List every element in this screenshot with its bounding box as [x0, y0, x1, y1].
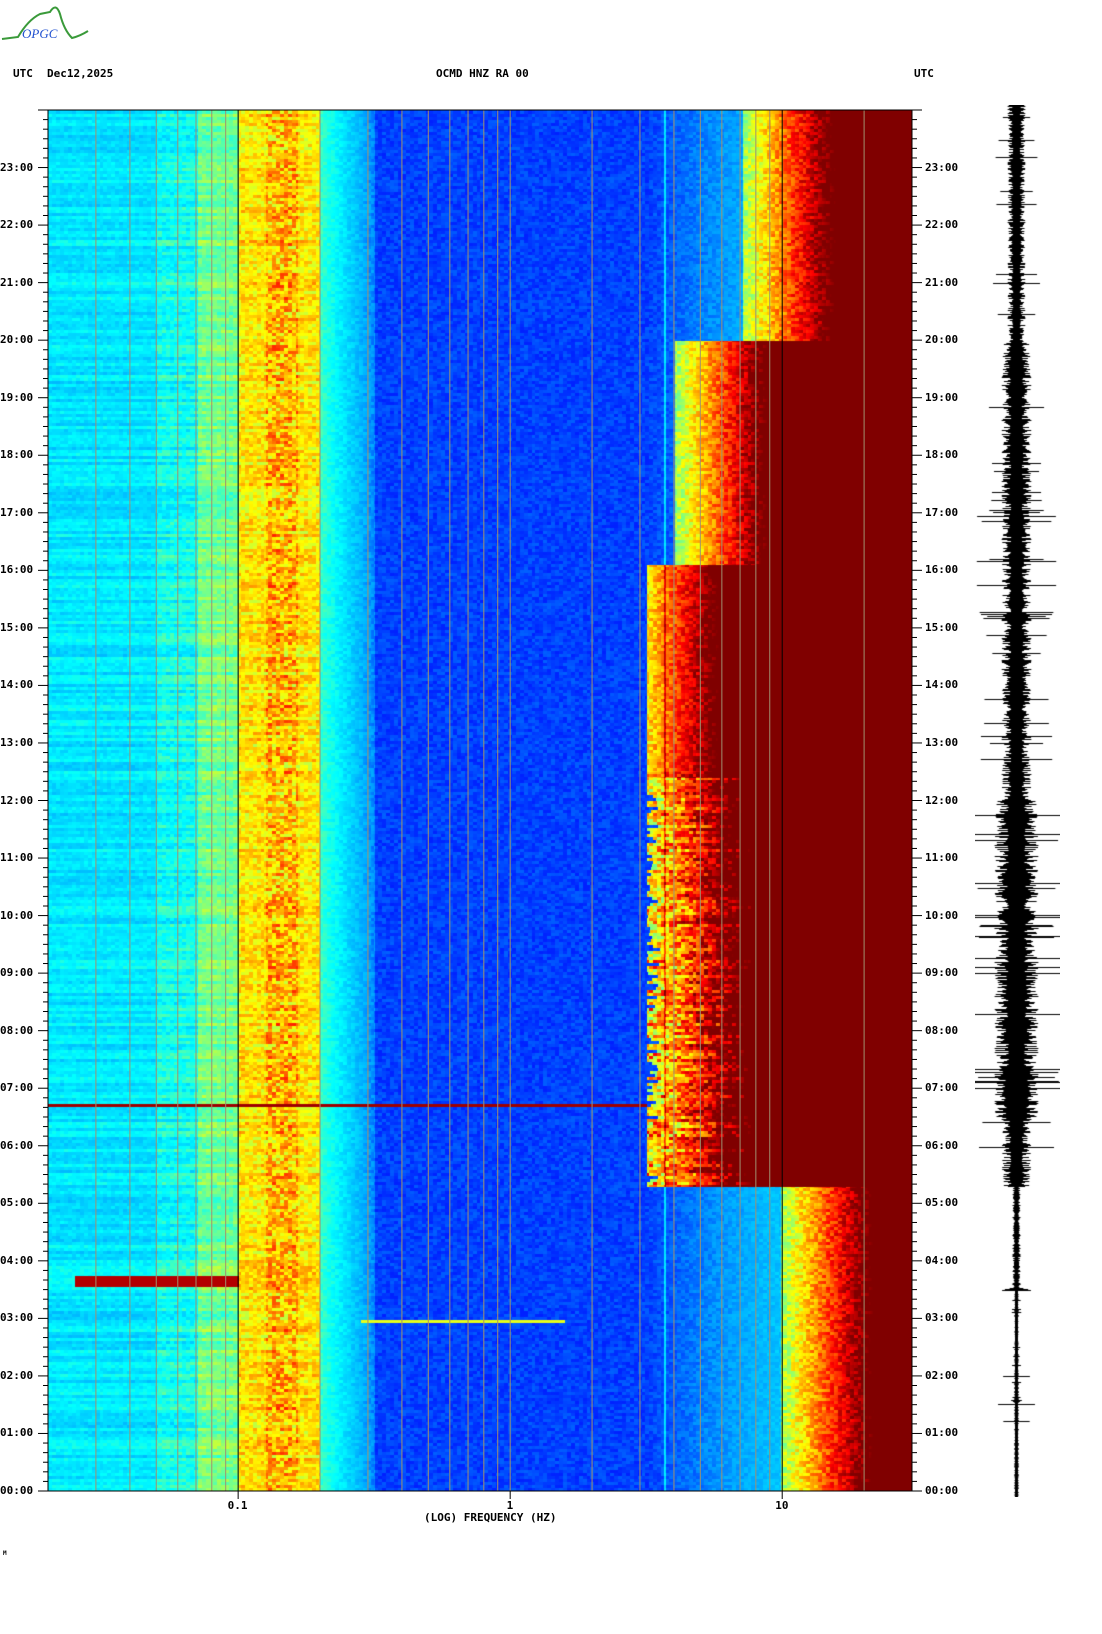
y-tick-label-right: 12:00	[925, 793, 959, 807]
y-tick-label-left: 16:00	[0, 563, 34, 577]
y-tick-label-left: 13:00	[0, 735, 34, 749]
y-tick-label-left: 21:00	[0, 275, 34, 289]
y-tick-label-left: 12:00	[0, 793, 34, 807]
y-tick-label-left: 14:00	[0, 678, 34, 692]
y-tick-label-right: 21:00	[925, 275, 959, 289]
y-tick-label-right: 00:00	[925, 1484, 959, 1497]
y-tick-label-left: 09:00	[0, 966, 34, 980]
y-tick-label-right: 18:00	[925, 448, 959, 462]
y-tick-label-right: 13:00	[925, 735, 959, 749]
y-tick-label-left: 03:00	[0, 1311, 34, 1325]
y-tick-label-right: 19:00	[925, 390, 959, 404]
y-tick-label-right: 15:00	[925, 620, 959, 634]
y-tick-label-right: 17:00	[925, 505, 959, 519]
y-tick-label-left: 04:00	[0, 1253, 34, 1267]
y-tick-label-right: 09:00	[925, 966, 959, 980]
chart-axes	[38, 109, 922, 1499]
y-tick-label-left: 22:00	[0, 218, 34, 232]
x-tick-label: 10	[775, 1499, 789, 1512]
seismogram-trace	[975, 105, 1060, 1497]
y-tick-label-left: 06:00	[0, 1138, 34, 1152]
x-tick-label: 0.1	[227, 1499, 248, 1512]
footer-mark: M	[3, 1550, 7, 1557]
y-tick-label-left: 10:00	[0, 908, 34, 922]
y-tick-label-left: 17:00	[0, 505, 34, 519]
y-tick-label-left: 11:00	[0, 851, 34, 865]
y-tick-label-left: 00:00	[0, 1484, 34, 1497]
y-tick-label-right: 08:00	[925, 1023, 959, 1037]
y-tick-label-left: 15:00	[0, 620, 34, 634]
y-tick-label-left: 20:00	[0, 333, 34, 347]
x-axis-label: (LOG) FREQUENCY (HZ)	[424, 1511, 557, 1524]
y-tick-label-right: 23:00	[925, 160, 959, 174]
y-tick-label-right: 06:00	[925, 1138, 959, 1152]
y-tick-label-right: 03:00	[925, 1311, 959, 1325]
y-tick-label-left: 23:00	[0, 160, 34, 174]
y-tick-label-left: 07:00	[0, 1081, 34, 1095]
y-tick-label-right: 10:00	[925, 908, 959, 922]
y-tick-label-right: 20:00	[925, 333, 959, 347]
y-tick-label-left: 19:00	[0, 390, 34, 404]
y-tick-label-right: 05:00	[925, 1196, 959, 1210]
y-tick-label-right: 04:00	[925, 1253, 959, 1267]
y-tick-label-left: 08:00	[0, 1023, 34, 1037]
y-tick-label-right: 11:00	[925, 851, 959, 865]
y-tick-label-right: 02:00	[925, 1368, 959, 1382]
y-tick-label-right: 22:00	[925, 218, 959, 232]
y-tick-label-right: 01:00	[925, 1426, 959, 1440]
y-tick-label-left: 02:00	[0, 1368, 34, 1382]
y-tick-label-right: 16:00	[925, 563, 959, 577]
y-tick-label-right: 07:00	[925, 1081, 959, 1095]
y-tick-label-left: 18:00	[0, 448, 34, 462]
y-tick-label-right: 14:00	[925, 678, 959, 692]
y-tick-label-left: 05:00	[0, 1196, 34, 1210]
y-tick-label-left: 01:00	[0, 1426, 34, 1440]
